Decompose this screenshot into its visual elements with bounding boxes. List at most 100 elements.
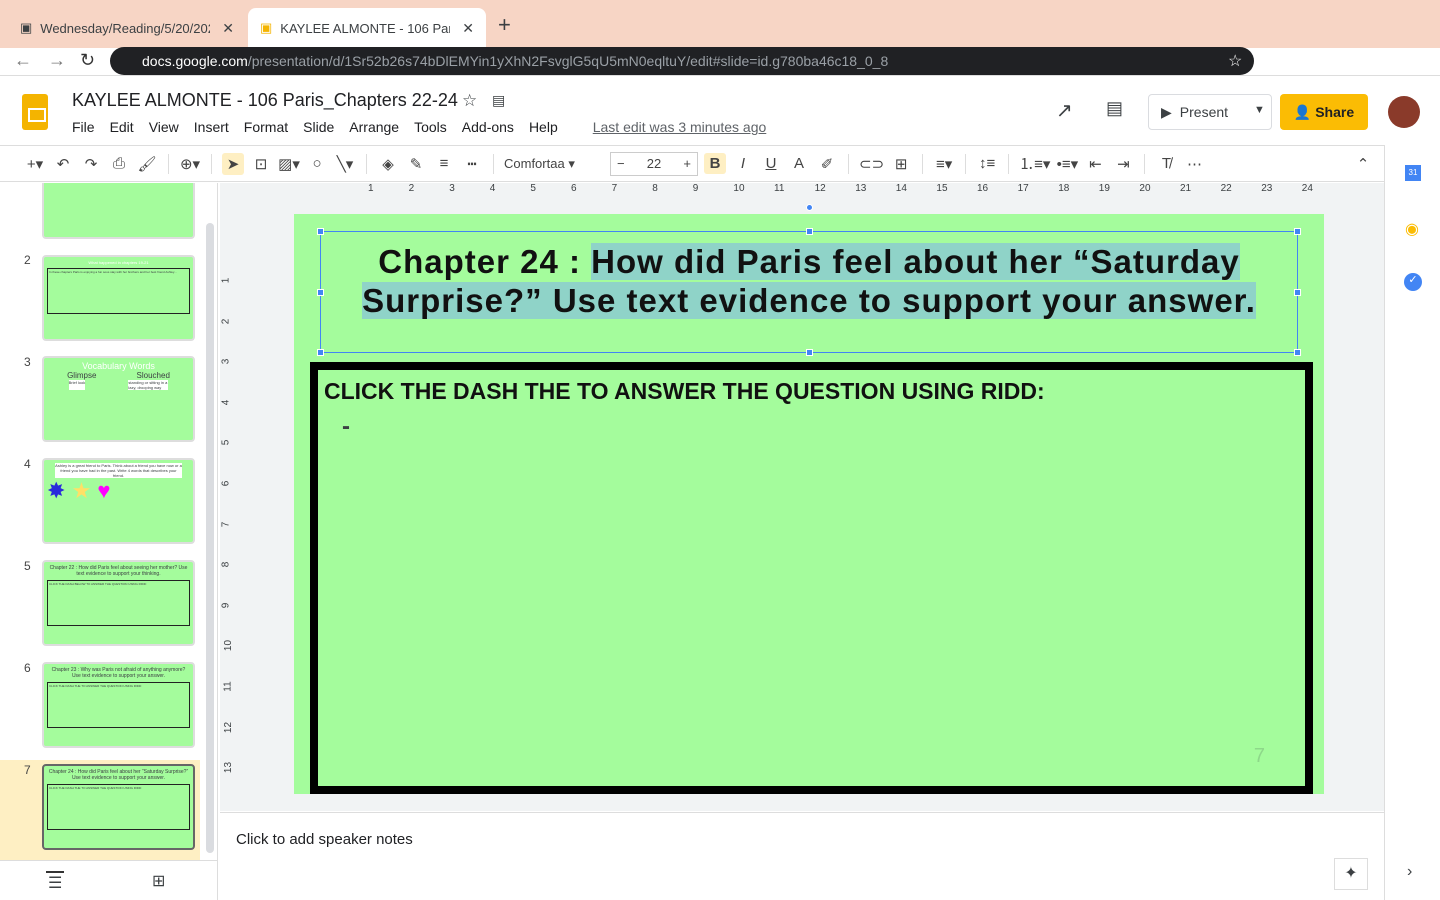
italic-icon[interactable]: I [732,155,754,172]
line-spacing-icon[interactable]: ↕≡ [976,155,998,172]
speaker-notes[interactable]: Click to add speaker notes [220,812,1384,900]
align-icon[interactable]: ≡▾ [933,155,955,173]
last-edit-link[interactable]: Last edit was 3 minutes ago [593,119,767,135]
collapse-icon[interactable]: ⌃ [1352,155,1374,173]
move-folder-icon[interactable]: ▤ [492,92,505,109]
bulleted-list-icon[interactable]: •≡▾ [1056,155,1079,173]
forward-icon[interactable]: → [48,50,66,71]
menu-help[interactable]: Help [529,119,558,135]
border-dash-icon[interactable]: ┅ [461,155,483,173]
ruler-tick: 2 [220,318,232,324]
slide-thumbnail-6[interactable]: Chapter 23 : Why was Paris not afraid of… [42,662,195,748]
close-icon[interactable]: ✕ [222,20,234,37]
fill-color-icon[interactable]: ◈ [377,155,399,173]
menu-file[interactable]: File [72,119,95,135]
menu-arrange[interactable]: Arrange [349,119,399,135]
slide-thumbnail-7[interactable]: Chapter 24 : How did Paris feel about he… [42,764,195,850]
slides-logo[interactable] [22,94,48,130]
avatar[interactable] [1388,96,1420,128]
redo-icon[interactable]: ↷ [80,155,102,173]
zoom-icon[interactable]: ⊕▾ [179,155,201,173]
text-color-icon[interactable]: A [788,155,810,172]
more-icon[interactable]: ⋯ [1183,155,1205,173]
filmstrip-scrollbar[interactable] [206,223,214,853]
star-icon[interactable]: ☆ [462,91,477,111]
star-icon[interactable]: ☆ [1228,51,1242,71]
slide-thumbnail-5[interactable]: Chapter 22 : How did Paris feel about se… [42,560,195,646]
resize-handle[interactable] [317,228,324,235]
slide-thumbnail-3[interactable]: Vocabulary Words Glimpse Slouched Brief loo… [42,356,195,442]
document-title[interactable]: KAYLEE ALMONTE - 106 Paris_Chapters 22-2… [72,90,458,111]
vertical-ruler[interactable]: 1 2 3 4 5 6 7 8 9 10 11 12 13 [220,197,234,811]
answer-box[interactable]: CLICK THE DASH THE TO ANSWER THE QUESTIO… [310,362,1313,794]
select-icon[interactable]: ➤ [222,152,244,175]
link-icon[interactable]: ⊂⊃ [859,155,884,173]
tab-slides[interactable]: ▣KAYLEE ALMONTE - 106 Paris_✕ [248,8,486,48]
increase-indent-icon[interactable]: ⇥ [1112,155,1134,173]
resize-handle[interactable] [1294,289,1301,296]
resize-handle[interactable] [806,349,813,356]
menu-format[interactable]: Format [244,119,288,135]
clear-formatting-icon[interactable]: T̸ [1155,155,1177,172]
paint-format-icon[interactable]: 🖌 [136,155,158,173]
resize-handle[interactable] [1294,228,1301,235]
decrease-indent-icon[interactable]: ⇤ [1084,155,1106,173]
font-select[interactable]: Comfortaa ▾ [504,156,604,172]
url-input[interactable]: docs.google.com/presentation/d/1Sr52b26s… [110,47,1254,75]
slide[interactable]: Chapter 24 : How did Paris feel about he… [294,204,1324,794]
filmstrip-view-icon[interactable]: ☰ [46,871,65,893]
horizontal-ruler[interactable]: 1 2 3 4 5 6 7 8 9 10 11 12 13 14 15 16 17 18 19 20 21 22 23 24 [234,183,1384,197]
tab-classroom[interactable]: ▣ Wednesday/Reading/5/20/2020 ✕ [8,8,246,48]
present-dropdown-icon[interactable]: ▼ [1254,104,1265,116]
menu-view[interactable]: View [149,119,179,135]
add-comment-icon[interactable]: ⊞ [890,155,912,173]
reload-icon[interactable]: ↻ [80,50,95,71]
back-icon[interactable]: ← [14,50,32,71]
resize-handle[interactable] [317,289,324,296]
resize-handle[interactable] [317,349,324,356]
menu-edit[interactable]: Edit [110,119,134,135]
divider [493,153,494,174]
share-button[interactable]: 👤 Share [1280,94,1368,130]
menu-addons[interactable]: Add-ons [462,119,514,135]
close-icon[interactable]: ✕ [462,20,474,37]
print-icon[interactable]: ⎙ [108,155,130,172]
slide-thumbnail-4[interactable]: Ashley is a great friend to Paris. Think… [42,458,195,544]
menu-insert[interactable]: Insert [194,119,229,135]
underline-icon[interactable]: U [760,155,782,172]
answer-dash[interactable]: - [318,413,1305,441]
border-weight-icon[interactable]: ≡ [433,155,455,172]
menu-slide[interactable]: Slide [303,119,334,135]
calendar-icon[interactable]: 31 [1405,165,1421,181]
resize-handle[interactable] [1294,349,1301,356]
font-size-stepper[interactable]: −22 + [610,151,698,176]
new-slide-icon[interactable]: +▾ [24,155,46,173]
expand-panel-icon[interactable]: › [1407,863,1412,881]
highlight-icon[interactable]: ✐ [816,155,838,173]
bold-icon[interactable]: B [704,153,726,174]
activity-icon[interactable]: ↗ [1056,98,1073,123]
line-icon[interactable]: ╲▾ [334,155,356,173]
slide-thumbnail-2[interactable]: What happened in chapters 19-21 In these … [42,255,195,341]
explore-icon[interactable]: ✦ [1334,858,1368,890]
numbered-list-icon[interactable]: ⒈≡▾ [1019,153,1050,174]
menu-tools[interactable]: Tools [414,119,447,135]
shape-icon[interactable]: ○ [306,155,328,172]
title-text-box[interactable]: Chapter 24 : How did Paris feel about he… [317,204,1301,356]
slide-thumbnail-1[interactable] [42,183,195,239]
undo-icon[interactable]: ↶ [52,155,74,173]
ruler-tick: 9 [220,602,232,609]
image-icon[interactable]: ▨▾ [278,155,300,173]
text-box-icon[interactable]: ⊡ [250,155,272,173]
comment-icon[interactable]: ▤ [1106,98,1123,119]
keep-icon[interactable]: ◉ [1405,219,1419,239]
decrease-size-icon[interactable]: − [617,156,625,171]
new-tab-button[interactable]: + [498,12,511,38]
resize-handle[interactable] [806,228,813,235]
grid-view-icon[interactable]: ⊞ [152,871,165,891]
ruler-tick: 10 [223,640,235,652]
rotate-handle[interactable] [806,204,813,211]
border-color-icon[interactable]: ✎ [405,155,427,173]
increase-size-icon[interactable]: + [683,156,691,171]
tasks-icon[interactable]: ✓ [1404,273,1422,291]
